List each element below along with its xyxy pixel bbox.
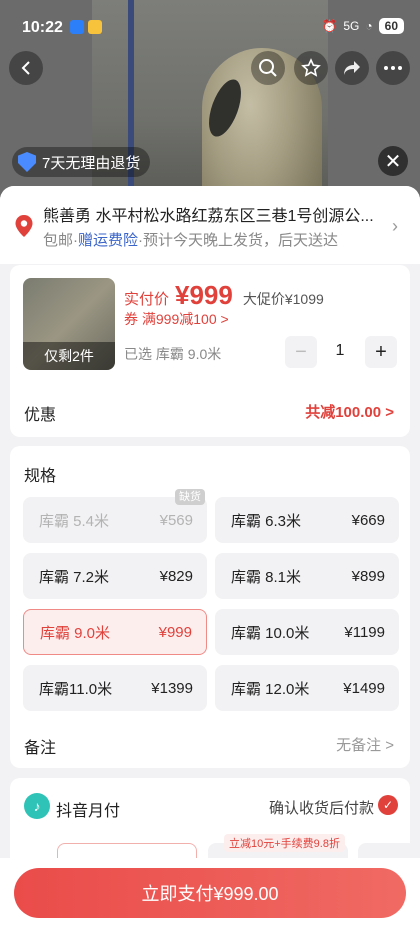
- selected-spec: 已选 库霸 9.0米: [124, 346, 222, 362]
- share-icon: [344, 61, 360, 75]
- actual-price-label: 实付价: [124, 291, 170, 308]
- douyin-pay-icon: ♪: [24, 793, 50, 819]
- installment-promo-badge: 立减10元+手续费9.8折: [224, 834, 345, 852]
- spec-card: [10, 446, 410, 768]
- alarm-icon: ⏰: [322, 19, 338, 33]
- share-button[interactable]: [335, 51, 369, 85]
- app-notification-icon: [88, 20, 102, 34]
- shield-check-icon: [18, 152, 36, 172]
- spec-option-selected[interactable]: 库霸 9.0米 ¥999: [23, 609, 207, 655]
- free-shipping-label: 包邮: [43, 232, 74, 249]
- payment-option-text[interactable]: 确认收货后付款: [269, 797, 374, 818]
- coupon-link[interactable]: 券 满999减100 >: [124, 309, 229, 329]
- note-label: 备注: [24, 740, 57, 757]
- chevron-left-icon: [21, 61, 30, 75]
- pay-now-button[interactable]: 立即支付¥999.00: [14, 868, 406, 918]
- status-bar: 10:22 ⏰ 5G ◔ 60: [0, 0, 420, 48]
- payment-method: 抖音月付: [56, 803, 121, 820]
- network-icon: 5G: [343, 19, 360, 33]
- star-icon: [301, 58, 321, 77]
- quantity-value[interactable]: 1: [330, 342, 350, 360]
- location-pin-icon: [15, 215, 33, 237]
- shipping-info: 包邮·赠运费险·预计今天晚上发货，后天送达: [43, 232, 339, 249]
- wifi-icon: ◔: [365, 19, 373, 33]
- quantity-decrease-button[interactable]: −: [285, 336, 317, 368]
- spec-option[interactable]: 库霸 7.2米 ¥829: [23, 553, 207, 599]
- search-button[interactable]: [251, 51, 285, 85]
- spec-option[interactable]: 库霸 8.1米 ¥899: [215, 553, 399, 599]
- delivery-eta: 预计今天晚上发货，后天送达: [143, 232, 339, 249]
- back-button[interactable]: [9, 51, 43, 85]
- close-button[interactable]: ✕: [378, 146, 408, 176]
- shipping-insurance-link[interactable]: 赠运费险: [78, 232, 138, 249]
- return-policy-text: 7天无理由退货: [42, 154, 141, 172]
- more-icon: [384, 66, 402, 70]
- app-notification-icon: [70, 20, 84, 34]
- product-thumbnail[interactable]: 仅剩2件: [23, 278, 115, 370]
- battery-icon: 60: [378, 18, 404, 34]
- discount-value[interactable]: 共减100.00 >: [305, 401, 394, 422]
- check-icon[interactable]: ✓: [378, 795, 398, 815]
- spec-option[interactable]: 库霸 6.3米 ¥669: [215, 497, 399, 543]
- spec-option[interactable]: 库霸 12.0米 ¥1499: [215, 665, 399, 711]
- out-of-stock-badge: 缺货: [175, 489, 205, 505]
- promo-price: 大促价¥1099: [242, 291, 324, 307]
- stock-label: 仅剩2件: [23, 342, 115, 370]
- price-row: 实付价 ¥999 大促价¥1099: [124, 280, 324, 311]
- spec-option[interactable]: 库霸 10.0米 ¥1199: [215, 609, 399, 655]
- quantity-increase-button[interactable]: +: [365, 336, 397, 368]
- note-value[interactable]: 无备注 >: [336, 734, 394, 755]
- spec-title: 规格: [24, 468, 57, 485]
- discount-label: 优惠: [24, 407, 57, 424]
- close-icon: ✕: [384, 150, 402, 173]
- shipping-address: 熊善勇 水平村松水路红荔东区三巷1号创源公...: [43, 208, 374, 225]
- status-time: 10:22: [22, 19, 63, 36]
- spec-option[interactable]: 库霸 5.4米 ¥569 缺货: [23, 489, 207, 543]
- actual-price: ¥999: [175, 280, 233, 310]
- more-button[interactable]: [376, 51, 410, 85]
- search-icon: [259, 59, 277, 77]
- return-policy-badge: 7天无理由退货: [12, 147, 151, 177]
- chevron-right-icon: ›: [392, 216, 398, 236]
- favorite-button[interactable]: [294, 51, 328, 85]
- spec-option[interactable]: 库霸11.0米 ¥1399: [23, 665, 207, 711]
